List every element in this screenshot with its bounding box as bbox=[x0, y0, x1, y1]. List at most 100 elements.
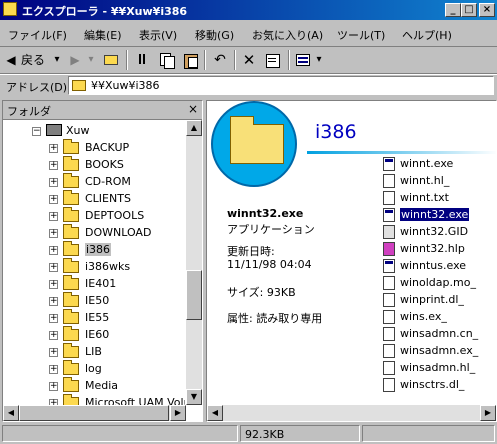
toolbar-separator bbox=[234, 50, 236, 70]
tree-node-label: i386wks bbox=[85, 260, 131, 273]
tree-node-label: Media bbox=[85, 379, 119, 392]
expand-icon[interactable]: + bbox=[49, 161, 58, 170]
tree-node-books[interactable]: + BOOKS bbox=[3, 156, 185, 174]
help-file-icon bbox=[383, 242, 395, 256]
status-panel-size: 92.3KB bbox=[240, 425, 360, 442]
tree-node-label: Xuw bbox=[66, 124, 90, 137]
menu-go[interactable]: 移動(G) bbox=[195, 27, 234, 43]
tree-node-deptools[interactable]: + DEPTOOLS bbox=[3, 207, 185, 225]
tree-node-label: BOOKS bbox=[85, 158, 124, 171]
tree-node-lib[interactable]: + LIB bbox=[3, 343, 185, 361]
address-label: アドレス(D) bbox=[6, 81, 68, 94]
minimize-button[interactable]: _ bbox=[445, 3, 461, 17]
tree-node-i386[interactable]: + i386 bbox=[3, 241, 185, 259]
scroll-right-icon[interactable]: ▶ bbox=[480, 405, 496, 421]
tree-node-label: LIB bbox=[85, 345, 102, 358]
gid-file-icon bbox=[383, 225, 395, 239]
tree-node-label: DEPTOOLS bbox=[85, 209, 145, 222]
paste-icon[interactable] bbox=[182, 50, 198, 70]
back-arrow-icon[interactable]: ◀ bbox=[4, 50, 18, 70]
expand-icon[interactable]: + bbox=[49, 382, 58, 391]
expand-icon[interactable]: + bbox=[49, 263, 58, 272]
tree-horizontal-scrollbar[interactable]: ◀ ▶ bbox=[3, 405, 186, 421]
file-icon bbox=[383, 310, 395, 324]
scroll-thumb[interactable] bbox=[186, 270, 202, 320]
tree-node-label: IE50 bbox=[85, 294, 110, 307]
expand-icon[interactable]: + bbox=[49, 144, 58, 153]
expand-icon[interactable]: + bbox=[49, 365, 58, 374]
content-horizontal-scrollbar[interactable]: ◀ ▶ bbox=[207, 405, 496, 421]
status-bar: 92.3KB bbox=[0, 424, 497, 444]
expand-icon[interactable]: + bbox=[49, 212, 58, 221]
tree-node-media[interactable]: + Media bbox=[3, 377, 185, 395]
menu-view[interactable]: 表示(V) bbox=[139, 27, 177, 43]
tree-vertical-scrollbar[interactable]: ▲ ▼ bbox=[186, 120, 202, 405]
tree-node-microsoft-uam[interactable]: +Microsoft UAM Volume bbox=[3, 394, 185, 405]
menu-file[interactable]: ファイル(F) bbox=[8, 27, 67, 43]
folder-icon bbox=[63, 258, 79, 273]
back-button[interactable]: 戻る bbox=[20, 50, 46, 70]
address-input[interactable]: ¥¥Xuw¥i386 bbox=[68, 76, 494, 95]
file-icon bbox=[383, 293, 395, 307]
tree-node-root[interactable]: − Xuw bbox=[3, 123, 185, 140]
title-bar[interactable]: エクスプローラ - ¥¥Xuw¥i386 _ □ × bbox=[0, 0, 497, 20]
expand-icon[interactable]: + bbox=[49, 314, 58, 323]
properties-icon[interactable] bbox=[264, 50, 280, 70]
expand-icon[interactable]: + bbox=[49, 348, 58, 357]
collapse-icon[interactable]: − bbox=[32, 127, 41, 136]
views-dropdown-icon[interactable]: ▾ bbox=[314, 50, 324, 70]
tree-node-cd-rom[interactable]: + CD-ROM bbox=[3, 173, 185, 191]
forward-arrow-icon[interactable]: ▶ bbox=[68, 50, 82, 70]
content-pane: i386 winnt32.exe アプリケーション 更新日時: 11/11/98… bbox=[206, 100, 497, 422]
folder-icon bbox=[63, 275, 79, 290]
cut-icon[interactable] bbox=[134, 50, 150, 70]
text-file-icon bbox=[383, 191, 395, 205]
menu-help[interactable]: ヘルプ(H) bbox=[402, 27, 452, 43]
delete-icon[interactable]: ✕ bbox=[241, 50, 257, 70]
large-folder-icon bbox=[230, 116, 284, 164]
tree-node-download[interactable]: + DOWNLOAD bbox=[3, 224, 185, 242]
menu-favorites[interactable]: お気に入り(A) bbox=[252, 27, 323, 43]
forward-dropdown-icon[interactable]: ▾ bbox=[86, 50, 96, 70]
views-icon[interactable] bbox=[295, 50, 311, 70]
file-icon bbox=[383, 378, 395, 392]
expand-icon[interactable]: + bbox=[49, 331, 58, 340]
tree-node-clients[interactable]: + CLIENTS bbox=[3, 190, 185, 208]
tree-node-i386wks[interactable]: + i386wks bbox=[3, 258, 185, 276]
menu-edit[interactable]: 編集(E) bbox=[84, 27, 122, 43]
close-button[interactable]: × bbox=[479, 3, 495, 17]
tree-node-label: i386 bbox=[85, 243, 112, 256]
copy-icon[interactable] bbox=[158, 50, 175, 70]
undo-icon[interactable]: ↶ bbox=[211, 50, 229, 70]
tree-node-ie55[interactable]: + IE55 bbox=[3, 309, 185, 327]
exe-file-icon bbox=[383, 208, 395, 222]
tree-node-ie60[interactable]: + IE60 bbox=[3, 326, 185, 344]
expand-icon[interactable]: + bbox=[49, 246, 58, 255]
menu-tools[interactable]: ツール(T) bbox=[337, 27, 385, 43]
tree-node-ie50[interactable]: + IE50 bbox=[3, 292, 185, 310]
up-folder-icon[interactable] bbox=[103, 50, 119, 70]
folder-icon bbox=[63, 360, 79, 375]
expand-icon[interactable]: + bbox=[49, 195, 58, 204]
expand-icon[interactable]: + bbox=[49, 280, 58, 289]
exe-file-icon bbox=[383, 259, 395, 273]
expand-icon[interactable]: + bbox=[49, 297, 58, 306]
toolbar-separator bbox=[126, 50, 128, 70]
address-value[interactable]: ¥¥Xuw¥i386 bbox=[91, 79, 160, 92]
folder-icon bbox=[63, 394, 79, 405]
scroll-left-icon[interactable]: ◀ bbox=[3, 405, 19, 421]
back-dropdown-icon[interactable]: ▾ bbox=[52, 50, 62, 70]
expand-icon[interactable]: + bbox=[49, 178, 58, 187]
scroll-down-icon[interactable]: ▼ bbox=[186, 389, 202, 405]
tree-node-backup[interactable]: + BACKUP bbox=[3, 139, 185, 157]
close-pane-icon[interactable]: × bbox=[188, 102, 198, 116]
scroll-thumb[interactable] bbox=[19, 405, 169, 421]
scroll-left-icon[interactable]: ◀ bbox=[207, 405, 223, 421]
maximize-button[interactable]: □ bbox=[461, 3, 477, 17]
scroll-right-icon[interactable]: ▶ bbox=[170, 405, 186, 421]
tree-node-ie401[interactable]: + IE401 bbox=[3, 275, 185, 293]
folder-icon bbox=[63, 309, 79, 324]
expand-icon[interactable]: + bbox=[49, 229, 58, 238]
tree-node-log[interactable]: + log bbox=[3, 360, 185, 378]
scroll-up-icon[interactable]: ▲ bbox=[186, 120, 202, 136]
